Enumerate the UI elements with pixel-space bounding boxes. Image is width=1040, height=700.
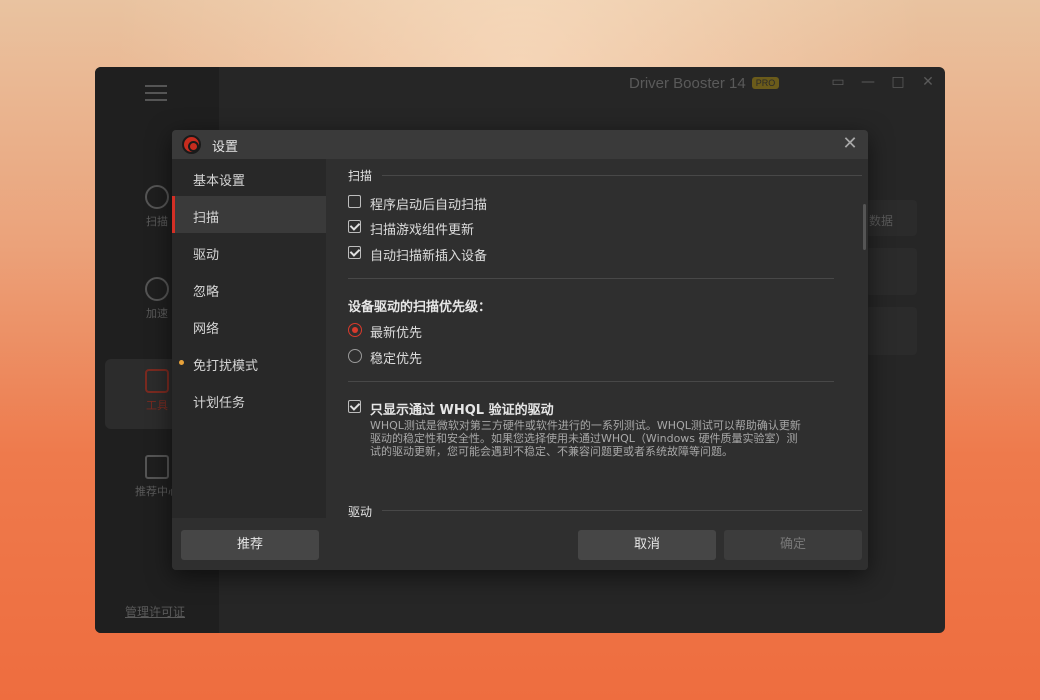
- speedometer-icon: [145, 277, 169, 301]
- sidebar-item-label: 扫描: [193, 211, 220, 226]
- divider: [348, 278, 834, 279]
- minimize-icon[interactable]: —: [859, 74, 877, 90]
- apps-grid-icon: [145, 455, 169, 479]
- option-label: 程序启动后自动扫描: [370, 198, 488, 213]
- description-line: WHQL测试是微软对第三方硬件或软件进行的一系列测试。WHQL测试可以帮助确认更…: [370, 419, 801, 432]
- settings-content: 扫描 程序启动后自动扫描 扫描游戏组件更新 自动扫描新插入设备 设备驱动的扫描优…: [326, 159, 868, 519]
- settings-sidebar: 基本设置 扫描 驱动 忽略 网络 免打扰模式 计划任务: [172, 159, 326, 518]
- cancel-button[interactable]: 取消: [578, 530, 716, 560]
- sidebar-item-drivers[interactable]: 驱动: [172, 233, 326, 270]
- sidebar-item-label: 基本设置: [193, 174, 246, 189]
- radio-label: 最新优先: [370, 326, 423, 341]
- close-icon[interactable]: ✕: [919, 74, 937, 90]
- manage-license-link[interactable]: 管理许可证: [125, 603, 185, 620]
- app-titlebar: Driver Booster 14 PRO ▭ — □ ✕: [219, 67, 945, 101]
- right-card: 数据: [865, 200, 917, 236]
- priority-title: 设备驱动的扫描优先级：: [348, 300, 492, 315]
- driver-booster-logo-icon: [182, 135, 201, 154]
- right-card-text: 数据: [869, 214, 894, 228]
- checkbox[interactable]: [348, 400, 361, 413]
- whql-description: WHQL测试是微软对第三方硬件或软件进行的一系列测试。WHQL测试可以帮助确认更…: [370, 419, 820, 458]
- checkbox[interactable]: [348, 246, 361, 259]
- app-title: Driver Booster 14 PRO: [629, 75, 780, 92]
- radio-button[interactable]: [348, 349, 362, 363]
- option-label: 扫描游戏组件更新: [370, 223, 475, 238]
- sidebar-item-scan[interactable]: 扫描: [172, 196, 326, 233]
- sidebar-item-label: 忽略: [193, 285, 220, 300]
- description-line: 试的驱动更新，您可能会遇到不稳定、不兼容问题更或者系统故障等问题。: [370, 445, 733, 458]
- settings-dialog: 设置 ✕ 基本设置 扫描 驱动 忽略 网络 免打扰模式 计划任务 扫描 程序启动…: [172, 130, 868, 570]
- divider: [348, 381, 834, 382]
- dialog-close-icon[interactable]: ✕: [840, 133, 860, 154]
- app-title-text: Driver Booster 14: [629, 75, 746, 92]
- section-title-scan: 扫描: [348, 169, 373, 183]
- description-line: 驱动的稳定性和安全性。如果您选择使用未通过WHQL（Windows 硬件质量实验…: [370, 432, 798, 445]
- sidebar-item-do-not-disturb[interactable]: 免打扰模式: [172, 344, 326, 381]
- dialog-title: 设置: [212, 140, 239, 155]
- scan-icon: [145, 185, 169, 209]
- recommend-button[interactable]: 推荐: [181, 530, 319, 560]
- checkbox[interactable]: [348, 195, 361, 208]
- scrollbar[interactable]: [863, 204, 866, 250]
- right-card: [865, 307, 917, 355]
- section-divider: [382, 175, 862, 176]
- hamburger-menu-icon[interactable]: [145, 85, 167, 106]
- option-label: 只显示通过 WHQL 验证的驱动: [370, 403, 554, 418]
- status-dot-icon: [179, 360, 184, 365]
- sidebar-item-general[interactable]: 基本设置: [172, 159, 326, 196]
- feedback-icon[interactable]: ▭: [829, 74, 847, 90]
- maximize-icon[interactable]: □: [889, 74, 907, 90]
- sidebar-item-label: 免打扰模式: [193, 359, 259, 374]
- radio-label: 稳定优先: [370, 352, 423, 367]
- option-label: 自动扫描新插入设备: [370, 249, 488, 264]
- sidebar-item-scheduled-tasks[interactable]: 计划任务: [172, 381, 326, 418]
- checkbox[interactable]: [348, 220, 361, 233]
- sidebar-item-ignore[interactable]: 忽略: [172, 270, 326, 307]
- sidebar-item-label: 驱动: [193, 248, 220, 263]
- sidebar-item-network[interactable]: 网络: [172, 307, 326, 344]
- ok-button[interactable]: 确定: [724, 530, 862, 560]
- pro-badge: PRO: [751, 77, 780, 89]
- section-divider: [382, 510, 862, 511]
- toolbox-icon: [145, 369, 169, 393]
- radio-button[interactable]: [348, 323, 362, 337]
- sidebar-item-label: 网络: [193, 322, 220, 337]
- dialog-titlebar: 设置 ✕: [172, 130, 868, 159]
- dialog-footer: 推荐 取消 确定: [172, 518, 868, 570]
- sidebar-item-label: 计划任务: [193, 396, 246, 411]
- right-card: [865, 248, 917, 295]
